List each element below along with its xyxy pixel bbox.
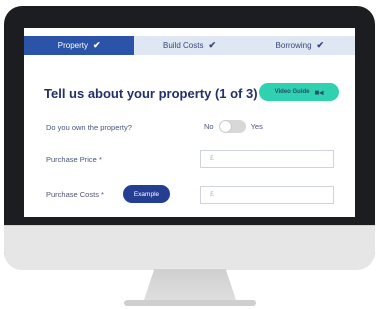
tab-property[interactable]: Property ✔ [24,36,135,55]
own-property-toggle-group: No Yes [204,120,263,133]
video-guide-button[interactable]: Video Guide ■◂ [259,83,339,101]
example-button[interactable]: Example [123,185,170,203]
purchase-price-input[interactable]: £ [200,150,334,168]
tab-build-costs[interactable]: Build Costs ✔ [134,36,244,55]
app-screen: Property ✔ Build Costs ✔ Borrowing ✔ Tel… [24,28,355,217]
toggle-yes-label: Yes [250,122,263,131]
tab-label: Build Costs [162,41,204,50]
toggle-knob [219,121,231,132]
monitor-base [124,300,256,306]
tab-label: Borrowing [275,41,312,50]
currency-placeholder: £ [210,191,214,198]
video-guide-label: Video Guide [274,89,310,95]
tab-borrowing[interactable]: Borrowing ✔ [245,36,355,55]
monitor-chin [4,225,375,270]
check-icon: ✔ [316,40,325,50]
check-icon: ✔ [93,40,101,50]
purchase-costs-label: Purchase Costs * [46,190,104,199]
purchase-costs-input[interactable]: £ [200,186,334,204]
page-title: Tell us about your property (1 of 3) [44,86,258,101]
toggle-no-label: No [204,122,214,131]
step-tabs: Property ✔ Build Costs ✔ Borrowing ✔ [24,36,355,55]
tab-label: Property [57,41,88,50]
video-camera-icon: ■◂ [314,87,324,97]
currency-placeholder: £ [210,155,214,162]
monitor-stand [143,269,237,303]
own-property-toggle[interactable] [218,120,246,133]
check-icon: ✔ [208,40,216,50]
purchase-price-label: Purchase Price * [46,155,102,164]
own-property-label: Do you own the property? [46,123,132,132]
